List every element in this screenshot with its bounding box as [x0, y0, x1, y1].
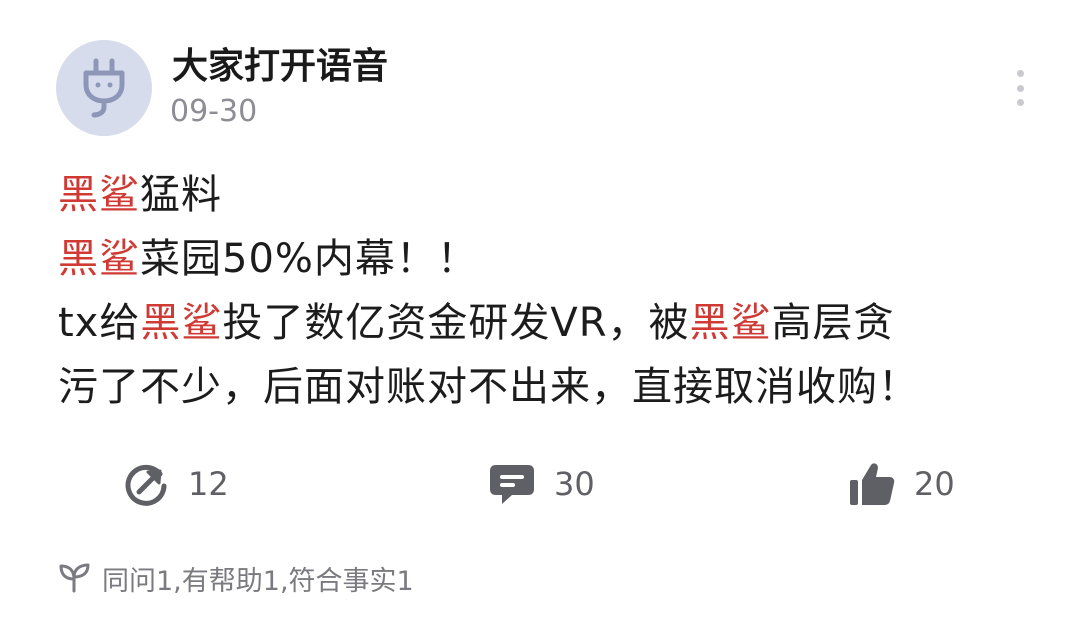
body-text: 菜园50%内幕！！: [140, 236, 478, 282]
body-text: tx给: [58, 300, 141, 346]
post-body-line: 黑鲨猛料: [58, 163, 1038, 227]
post-body: 黑鲨猛料 黑鲨菜园50%内幕！！ tx给黑鲨投了数亿资金研发VR，被黑鲨高层贪 污了不…: [58, 163, 1038, 419]
highlighted-keyword[interactable]: 黑鲨: [58, 172, 140, 218]
more-options-button[interactable]: [1008, 68, 1032, 108]
post-card: 大家打开语音 09-30 黑鲨猛料 黑鲨菜园50%内幕！！ tx给黑鲨投了数亿资金研…: [0, 0, 1080, 622]
body-text: 污了不少，后面对账对不出来，直接取消收购！: [58, 364, 919, 410]
like-count: 20: [914, 465, 955, 503]
dot-icon: [1016, 84, 1024, 92]
dot-icon: [1016, 99, 1024, 106]
body-text: 猛料: [140, 172, 222, 218]
plug-character-icon: [83, 58, 125, 118]
like-button[interactable]: 20: [848, 458, 955, 510]
highlighted-keyword[interactable]: 黑鲨: [140, 300, 222, 346]
comment-icon: [488, 461, 536, 507]
thumbs-up-icon: [848, 461, 896, 507]
comment-count: 30: [554, 465, 595, 503]
share-button[interactable]: 12: [124, 458, 229, 510]
post-date: 09-30: [170, 94, 258, 129]
post-body-line: 污了不少，后面对账对不出来，直接取消收购！: [58, 355, 1038, 419]
share-icon: [124, 461, 170, 507]
body-text: 投了数亿资金研发VR，被: [222, 300, 690, 346]
comment-button[interactable]: 30: [488, 458, 595, 510]
highlighted-keyword[interactable]: 黑鲨: [58, 236, 140, 282]
highlighted-keyword[interactable]: 黑鲨: [690, 300, 772, 346]
reaction-text: 同问1,有帮助1,符合事实1: [102, 565, 414, 597]
post-body-line: tx给黑鲨投了数亿资金研发VR，被黑鲨高层贪: [58, 291, 1038, 355]
body-text: 高层贪: [771, 300, 895, 346]
post-body-line: 黑鲨菜园50%内幕！！: [58, 227, 1038, 291]
dot-icon: [1016, 70, 1024, 77]
username[interactable]: 大家打开语音: [172, 44, 388, 90]
reaction-summary[interactable]: 同问1,有帮助1,符合事实1: [58, 556, 414, 600]
sprout-icon: [58, 561, 92, 595]
avatar[interactable]: [56, 40, 152, 136]
share-count: 12: [188, 465, 229, 503]
